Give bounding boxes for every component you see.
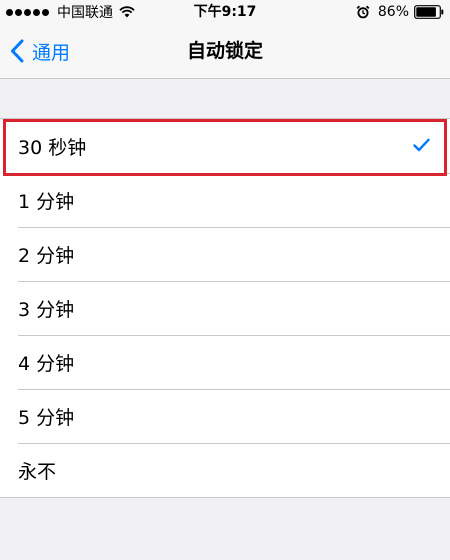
- option-4-minutes[interactable]: 4 分钟: [0, 335, 450, 389]
- option-never[interactable]: 永不: [0, 443, 450, 497]
- status-bar: 中国联通 下午9:17 86%: [0, 0, 450, 24]
- option-label: 2 分钟: [18, 244, 75, 267]
- battery-icon: [414, 5, 444, 19]
- checkmark-icon: [413, 138, 430, 152]
- status-right: 86%: [356, 3, 444, 21]
- option-5-minutes[interactable]: 5 分钟: [0, 389, 450, 443]
- option-label: 4 分钟: [18, 352, 75, 375]
- option-label: 永不: [18, 460, 57, 483]
- navigation-bar: 通用 自动锁定: [0, 24, 450, 79]
- page-title: 自动锁定: [186, 40, 263, 62]
- option-30-seconds[interactable]: 30 秒钟: [0, 119, 450, 173]
- option-label: 1 分钟: [18, 190, 75, 213]
- alarm-icon: [356, 5, 370, 19]
- battery-percentage: 86%: [377, 4, 409, 20]
- option-label: 3 分钟: [18, 298, 75, 321]
- option-label: 30 秒钟: [18, 136, 87, 159]
- option-2-minutes[interactable]: 2 分钟: [0, 227, 450, 281]
- auto-lock-options-list: 30 秒钟 1 分钟 2 分钟 3 分钟 4 分钟 5 分钟 永不: [0, 118, 450, 498]
- option-3-minutes[interactable]: 3 分钟: [0, 281, 450, 335]
- screen: 中国联通 下午9:17 86% 通用 自动锁定 30 秒钟 1 分钟 2 分钟 …: [0, 0, 450, 560]
- option-1-minute[interactable]: 1 分钟: [0, 173, 450, 227]
- option-label: 5 分钟: [18, 406, 75, 429]
